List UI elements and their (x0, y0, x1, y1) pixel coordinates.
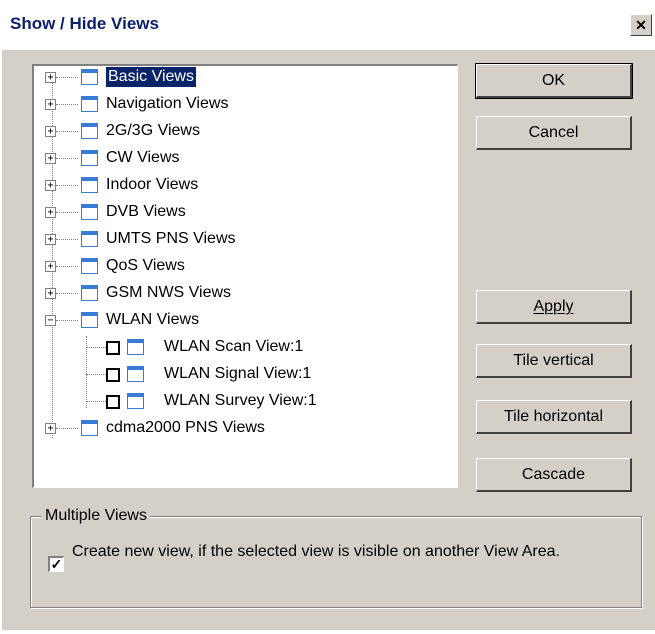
tree-connector (56, 212, 78, 213)
view-visibility-checkbox[interactable] (106, 395, 120, 409)
multiple-views-label: Multiple Views (42, 507, 150, 525)
close-icon: ✕ (635, 17, 647, 33)
tree-connector (56, 131, 78, 132)
apply-button[interactable]: Apply (476, 290, 632, 324)
multiple-views-group (30, 516, 642, 608)
tree-connector (56, 266, 78, 267)
wlan-child-label[interactable]: WLAN Survey View:1 (164, 391, 317, 411)
tree-group-label[interactable]: QoS Views (106, 256, 185, 276)
expander-icon[interactable]: + (45, 288, 56, 299)
folder-view-icon (81, 231, 98, 247)
folder-view-icon (81, 177, 98, 193)
tree-connector (56, 104, 78, 105)
wlan-child-0[interactable]: WLAN Scan View:1 (0, 336, 420, 360)
tree-group-label[interactable]: GSM NWS Views (106, 283, 231, 303)
tree-group-label[interactable]: 2G/3G Views (106, 121, 200, 141)
expander-icon[interactable]: + (45, 234, 56, 245)
ok-button[interactable]: OK (475, 63, 633, 99)
wlan-child-1[interactable]: WLAN Signal View:1 (0, 363, 420, 387)
folder-view-icon (81, 150, 98, 166)
apply-label: Apply (533, 298, 574, 315)
expander-icon[interactable]: + (45, 126, 56, 137)
tree-group-8[interactable]: + GSM NWS Views (0, 282, 420, 306)
view-window-icon (127, 339, 144, 355)
tree-connector (86, 401, 106, 402)
tree-group-6[interactable]: + UMTS PNS Views (0, 228, 420, 252)
expander-icon[interactable]: + (45, 423, 56, 434)
folder-view-icon (81, 123, 98, 139)
tree-group-9[interactable]: − WLAN Views (0, 309, 420, 333)
folder-view-icon (81, 312, 98, 328)
tree-group-7[interactable]: + QoS Views (0, 255, 420, 279)
folder-view-icon (81, 285, 98, 301)
expander-icon[interactable]: + (45, 180, 56, 191)
tree-connector (56, 320, 78, 321)
tree-connector (56, 185, 78, 186)
tree-group-label[interactable]: Indoor Views (106, 175, 198, 195)
close-button[interactable]: ✕ (630, 14, 652, 36)
cascade-button[interactable]: Cascade (476, 458, 632, 492)
window-title: Show / Hide Views (10, 14, 159, 33)
tree-group-label[interactable]: cdma2000 PNS Views (106, 418, 265, 438)
check-icon: ✓ (50, 556, 63, 572)
tree-group-10[interactable]: + cdma2000 PNS Views (0, 417, 420, 441)
tree-group-label[interactable]: Basic Views (105, 66, 197, 88)
tree-connector (56, 158, 78, 159)
tree-group-1[interactable]: + Navigation Views (0, 93, 420, 117)
tile-horizontal-button[interactable]: Tile horizontal (476, 400, 632, 434)
tree-group-label[interactable]: Navigation Views (106, 94, 228, 114)
create-new-view-checkbox[interactable]: ✓ (48, 556, 64, 572)
view-window-icon (127, 393, 144, 409)
tree-connector (56, 77, 78, 78)
wlan-child-2[interactable]: WLAN Survey View:1 (0, 390, 420, 414)
folder-view-icon (81, 96, 98, 112)
tree-group-0[interactable]: + Basic Views (0, 66, 420, 90)
tree-group-4[interactable]: + Indoor Views (0, 174, 420, 198)
tree-group-label[interactable]: CW Views (106, 148, 180, 168)
create-new-view-label[interactable]: Create new view, if the selected view is… (72, 542, 632, 561)
tree-connector (86, 374, 106, 375)
tree-connector (56, 428, 78, 429)
tree-connector (56, 239, 78, 240)
expander-icon[interactable]: + (45, 261, 56, 272)
wlan-child-label[interactable]: WLAN Signal View:1 (164, 364, 311, 384)
tree-group-5[interactable]: + DVB Views (0, 201, 420, 225)
expander-icon[interactable]: − (45, 315, 56, 326)
tree-connector (56, 293, 78, 294)
tree-connector (86, 347, 106, 348)
view-window-icon (127, 366, 144, 382)
tree-group-label[interactable]: WLAN Views (106, 310, 199, 330)
tree-group-2[interactable]: +2G/3G Views (0, 120, 420, 144)
wlan-child-label[interactable]: WLAN Scan View:1 (164, 337, 303, 357)
folder-view-icon (81, 258, 98, 274)
expander-icon[interactable]: + (45, 72, 56, 83)
view-visibility-checkbox[interactable] (106, 341, 120, 355)
expander-icon[interactable]: + (45, 153, 56, 164)
expander-icon[interactable]: + (45, 207, 56, 218)
title-bar: Show / Hide Views ✕ (0, 0, 655, 50)
expander-icon[interactable]: + (45, 99, 56, 110)
cancel-button[interactable]: Cancel (476, 116, 632, 150)
view-visibility-checkbox[interactable] (106, 368, 120, 382)
folder-view-icon (81, 69, 98, 85)
tree-group-label[interactable]: UMTS PNS Views (106, 229, 236, 249)
folder-view-icon (81, 420, 98, 436)
window-edge-bottom (0, 630, 655, 634)
tile-vertical-button[interactable]: Tile vertical (476, 344, 632, 378)
tree-group-label[interactable]: DVB Views (106, 202, 186, 222)
tree-group-3[interactable]: + CW Views (0, 147, 420, 171)
folder-view-icon (81, 204, 98, 220)
